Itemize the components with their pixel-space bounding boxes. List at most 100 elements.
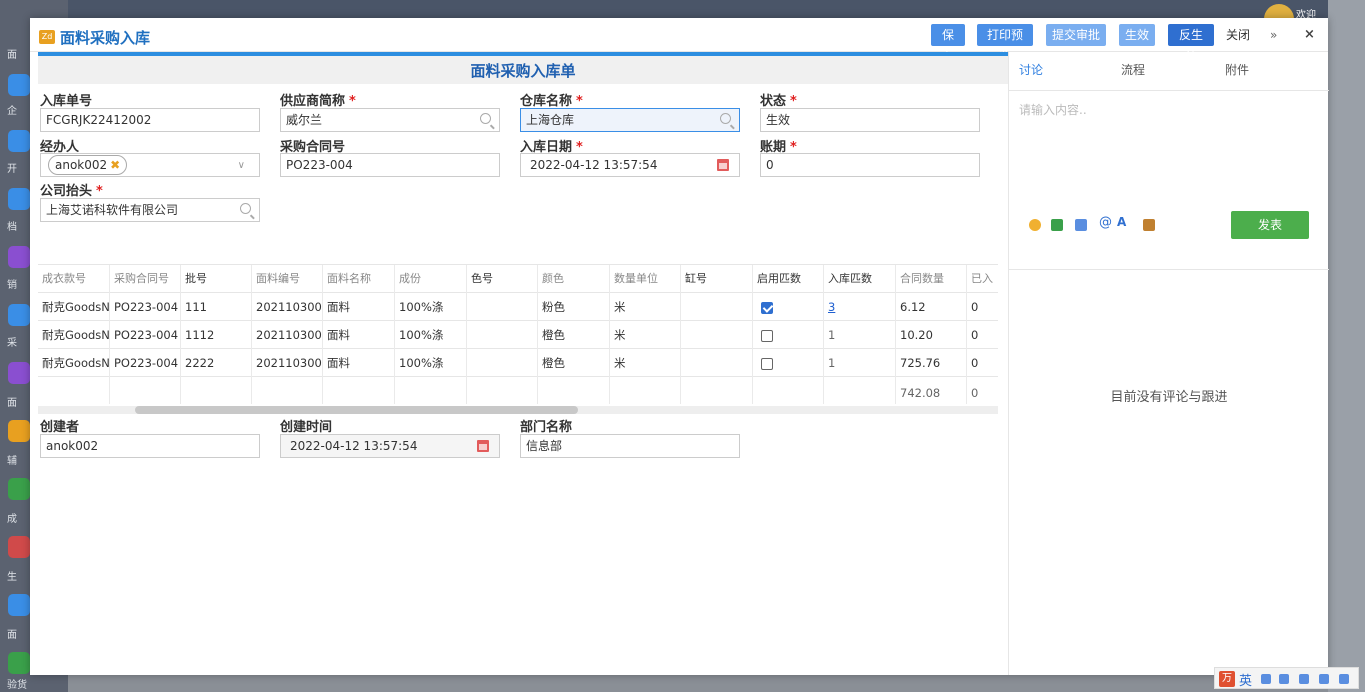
more-icon[interactable]: » <box>1270 24 1277 46</box>
grid-cell[interactable]: 米 <box>610 349 681 377</box>
grid-cell[interactable]: 725.76 <box>896 349 967 377</box>
contract-no-field[interactable]: PO223-004 <box>280 153 500 177</box>
search-icon[interactable] <box>240 203 251 214</box>
grid-cell[interactable]: 耐克GoodsNc <box>38 321 110 349</box>
module-icon[interactable] <box>8 130 30 152</box>
reverse-effective-button[interactable]: 反生效 <box>1168 24 1214 64</box>
moon-icon[interactable] <box>1261 674 1271 684</box>
enable-pieces-checkbox[interactable] <box>761 329 773 342</box>
created-at-field[interactable]: 2022-04-12 13:57:54 <box>280 434 500 458</box>
dept-field[interactable]: 信息部 <box>520 434 740 458</box>
handler-tag[interactable]: anok002 ✖ <box>48 155 128 175</box>
pieces-cell[interactable]: 1 <box>824 349 896 377</box>
grid-cell[interactable]: 米 <box>610 321 681 349</box>
grid-cell[interactable]: 橙色 <box>538 321 610 349</box>
grid-cell[interactable]: PO223-004 <box>110 321 181 349</box>
grid-cell[interactable]: 粉色 <box>538 293 610 321</box>
grid-cell[interactable]: 耐克GoodsNc <box>38 349 110 377</box>
gear-icon[interactable] <box>1339 674 1349 684</box>
grid-cell[interactable]: 20211030000 <box>252 293 323 321</box>
grid-cell[interactable]: 0 <box>967 293 998 321</box>
enable-pieces-checkbox-cell[interactable] <box>753 349 824 377</box>
grid-cell[interactable]: 20211030000 <box>252 321 323 349</box>
horizontal-scrollbar[interactable] <box>38 406 998 414</box>
table-icon[interactable] <box>1143 219 1155 231</box>
grid-cell[interactable] <box>467 321 538 349</box>
emoji-icon[interactable] <box>1029 219 1041 231</box>
grid-cell[interactable]: 0 <box>967 349 998 377</box>
creator-field[interactable]: anok002 <box>40 434 260 458</box>
grid-cell[interactable] <box>681 349 753 377</box>
pieces-value[interactable]: 3 <box>828 300 835 314</box>
ime-logo-icon[interactable]: 万 <box>1219 671 1235 687</box>
attachment-icon[interactable] <box>1075 219 1087 231</box>
grid-cell[interactable]: 100%涤 <box>395 321 467 349</box>
module-icon[interactable] <box>8 420 30 442</box>
status-field[interactable]: 生效 <box>760 108 980 132</box>
module-icon[interactable] <box>8 478 30 500</box>
scrollbar-thumb[interactable] <box>135 406 578 414</box>
print-preview-button[interactable]: 打印预览 <box>977 24 1033 64</box>
tab-attachments[interactable]: 附件 <box>1225 61 1249 78</box>
grid-cell[interactable]: 2222 <box>181 349 252 377</box>
grid-cell[interactable]: 面料 <box>323 293 395 321</box>
term-field[interactable]: 0 <box>760 153 980 177</box>
tab-process[interactable]: 流程 <box>1121 61 1145 78</box>
company-field[interactable]: 上海艾诺科软件有限公司 <box>40 198 260 222</box>
keyboard-icon[interactable] <box>1299 674 1309 684</box>
grid-cell[interactable]: 1112 <box>181 321 252 349</box>
grid-cell[interactable]: 米 <box>610 293 681 321</box>
receipt-no-field[interactable]: FCGRJK22412002 <box>40 108 260 132</box>
grid-cell[interactable]: PO223-004 <box>110 293 181 321</box>
ime-language-toggle[interactable]: 英 <box>1239 670 1252 689</box>
grid-cell[interactable]: 耐克GoodsNc <box>38 293 110 321</box>
tab-discussion[interactable]: 讨论 <box>1019 61 1043 78</box>
remove-tag-icon[interactable]: ✖ <box>110 158 120 172</box>
grid-cell[interactable] <box>467 293 538 321</box>
module-icon[interactable] <box>8 188 30 210</box>
grid-cell[interactable]: 20211030000 <box>252 349 323 377</box>
grid-cell[interactable] <box>467 349 538 377</box>
pieces-cell[interactable]: 3 <box>824 293 896 321</box>
search-icon[interactable] <box>720 113 731 124</box>
grid-cell[interactable]: 橙色 <box>538 349 610 377</box>
module-icon[interactable] <box>8 536 30 558</box>
grid-cell[interactable]: 面料 <box>323 321 395 349</box>
submit-approval-button[interactable]: 提交审批 <box>1046 24 1106 46</box>
grid-cell[interactable]: 6.12 <box>896 293 967 321</box>
comment-input[interactable]: 请输入内容.. <box>1019 101 1087 118</box>
close-icon[interactable]: × <box>1304 24 1315 46</box>
close-button[interactable]: 关闭 <box>1226 24 1250 46</box>
enable-pieces-checkbox-cell[interactable] <box>753 293 824 321</box>
enable-pieces-checkbox-cell[interactable] <box>753 321 824 349</box>
punctuation-icon[interactable] <box>1279 674 1289 684</box>
grid-cell[interactable] <box>681 321 753 349</box>
effective-button[interactable]: 生效 <box>1119 24 1155 46</box>
image-icon[interactable] <box>1051 219 1063 231</box>
mention-icon[interactable]: @ <box>1099 215 1112 230</box>
grid-cell[interactable]: 100%涤 <box>395 349 467 377</box>
supplier-field[interactable]: 威尔兰 <box>280 108 500 132</box>
warehouse-field[interactable]: 上海仓库 <box>520 108 740 132</box>
grid-cell[interactable]: 111 <box>181 293 252 321</box>
send-button[interactable]: 发表 <box>1231 211 1309 239</box>
module-icon[interactable] <box>8 246 30 268</box>
module-icon[interactable] <box>8 74 30 96</box>
grid-cell[interactable]: 0 <box>967 321 998 349</box>
module-icon[interactable] <box>8 304 30 326</box>
chevron-down-icon[interactable]: ∨ <box>238 155 245 177</box>
module-icon[interactable] <box>8 594 30 616</box>
grid-cell[interactable] <box>681 293 753 321</box>
user-icon[interactable] <box>1319 674 1329 684</box>
grid-cell[interactable]: 10.20 <box>896 321 967 349</box>
module-icon[interactable] <box>8 652 30 674</box>
handler-field[interactable]: anok002 ✖ ∨ <box>40 153 260 177</box>
in-date-field[interactable]: 2022-04-12 13:57:54 <box>520 153 740 177</box>
enable-pieces-checkbox[interactable] <box>761 301 773 314</box>
module-icon[interactable] <box>8 362 30 384</box>
search-icon[interactable] <box>480 113 491 124</box>
calendar-icon[interactable] <box>477 440 489 452</box>
enable-pieces-checkbox[interactable] <box>761 357 773 370</box>
calendar-icon[interactable] <box>717 159 729 171</box>
grid-cell[interactable]: 100%涤 <box>395 293 467 321</box>
